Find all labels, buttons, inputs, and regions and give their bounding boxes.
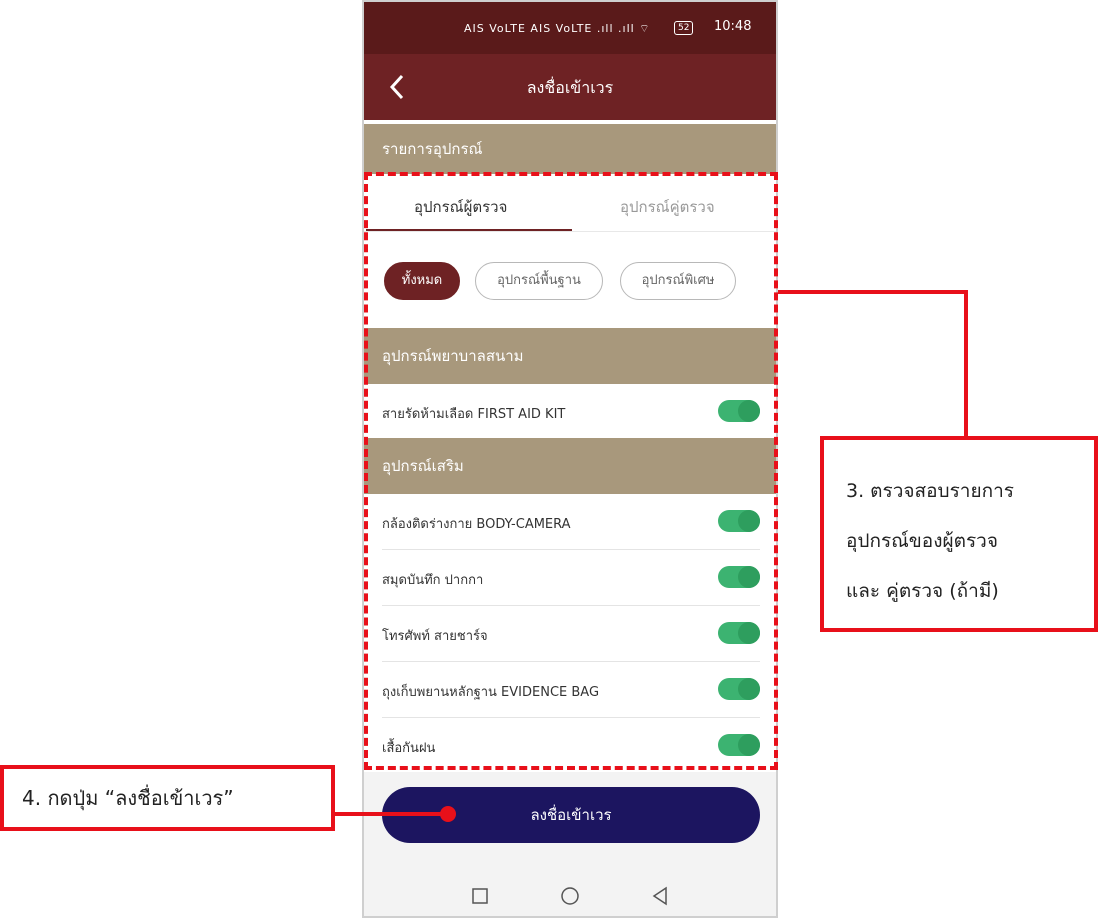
signal-icons: AIS VoLTE AIS VoLTE .ıll .ıll ⌔: [464, 22, 651, 35]
system-nav-bar: [364, 872, 776, 916]
pointer-dot: [440, 806, 456, 822]
battery-icon: 52: [674, 21, 694, 35]
connector-line: [964, 290, 968, 438]
app-bar: ลงชื่อเข้าเวร: [364, 54, 776, 120]
connector-line: [778, 290, 968, 294]
annotation-step-3: 3. ตรวจสอบรายการ อุปกรณ์ของผู้ตรวจ และ ค…: [820, 436, 1098, 632]
section-header-equipment: รายการอุปกรณ์: [364, 124, 776, 174]
annotation-step-4: 4. กดปุ่ม “ลงชื่อเข้าเวร”: [0, 765, 335, 831]
recent-apps-icon[interactable]: [468, 884, 492, 908]
back-nav-icon[interactable]: [648, 884, 672, 908]
home-icon[interactable]: [558, 884, 582, 908]
page-title: ลงชื่อเข้าเวร: [526, 78, 614, 97]
highlight-equipment-area: [364, 172, 778, 770]
status-bar: AIS VoLTE AIS VoLTE .ıll .ıll ⌔ 52 10:48: [364, 2, 776, 54]
annotation-line: 3. ตรวจสอบรายการ: [846, 480, 1014, 502]
connector-line: [335, 812, 447, 816]
status-time: 10:48: [714, 19, 752, 34]
annotation-line: และ คู่ตรวจ (ถ้ามี): [846, 580, 999, 602]
annotation-line: อุปกรณ์ของผู้ตรวจ: [846, 530, 998, 552]
